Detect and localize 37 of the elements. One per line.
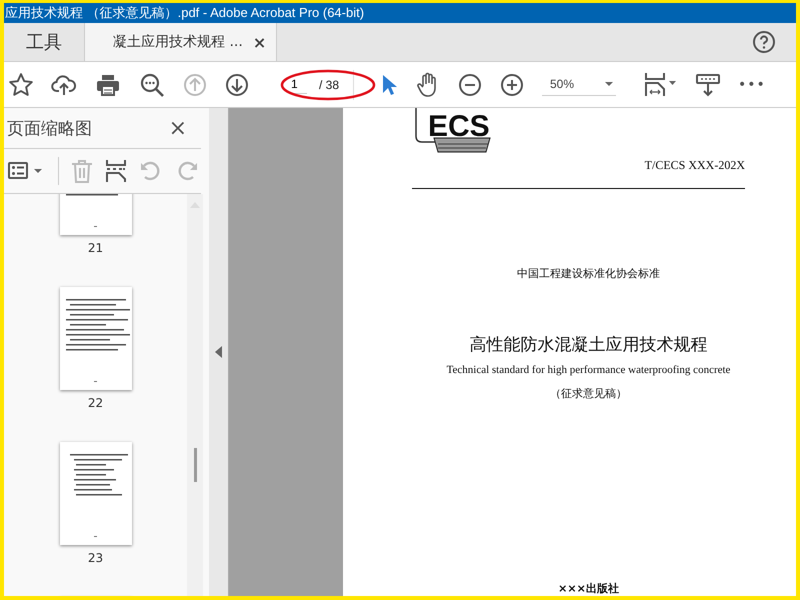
fit-page-icon[interactable] xyxy=(644,72,678,98)
search-icon[interactable] xyxy=(139,72,165,98)
keyboard-down-icon[interactable] xyxy=(696,72,720,96)
print-icon[interactable] xyxy=(95,72,121,96)
page-number-field[interactable]: 1 xyxy=(291,75,307,94)
collapse-arrow-icon[interactable] xyxy=(215,346,222,358)
page-insert-icon[interactable] xyxy=(105,159,127,183)
help-icon[interactable] xyxy=(752,30,776,54)
window-title: 应用技术规程 （征求意见稿）.pdf - Adobe Acrobat Pro (64-bit) xyxy=(5,4,364,22)
cloud-upload-icon[interactable] xyxy=(51,72,77,96)
page-thumbnail[interactable] xyxy=(60,287,132,390)
close-tab-button[interactable]: × xyxy=(252,32,266,52)
zoom-in-icon[interactable] xyxy=(500,72,524,96)
page-thumbnail[interactable] xyxy=(60,442,132,545)
close-panel-button[interactable]: × xyxy=(168,116,187,140)
standard-code: T/CECS XXX-202X xyxy=(644,158,745,173)
publisher-name: ×××出版社 xyxy=(558,581,619,596)
pointer-icon[interactable] xyxy=(380,72,398,96)
panel-title: 页面缩略图 xyxy=(7,118,92,140)
page-total: / 38 xyxy=(319,78,340,92)
star-icon[interactable] xyxy=(8,72,34,98)
english-title: Technical standard for high performance waterproofing concrete xyxy=(446,364,730,376)
document-tab[interactable]: 凝土应用技术规程 ... × xyxy=(85,23,278,61)
draft-status: （征求意见稿） xyxy=(550,386,627,401)
document-title: 高性能防水混凝土应用技术规程 xyxy=(470,334,708,356)
tab-label: 凝土应用技术规程 ... xyxy=(113,33,243,51)
more-button[interactable]: ••• xyxy=(738,76,766,92)
zoom-dropdown[interactable]: 50% xyxy=(542,73,616,96)
page-number-label: 23 xyxy=(88,551,104,565)
caret-icon[interactable] xyxy=(604,81,614,87)
tab-label: 工具 xyxy=(26,31,62,54)
zoom-out-icon[interactable] xyxy=(458,72,482,96)
association-name: 中国工程建设标准化协会标准 xyxy=(517,266,660,281)
page-number-label: 22 xyxy=(88,396,104,410)
scrollbar-thumb[interactable] xyxy=(194,448,196,482)
page-number-label: 21 xyxy=(88,241,104,255)
ecs-logo: ECS xyxy=(414,108,510,154)
